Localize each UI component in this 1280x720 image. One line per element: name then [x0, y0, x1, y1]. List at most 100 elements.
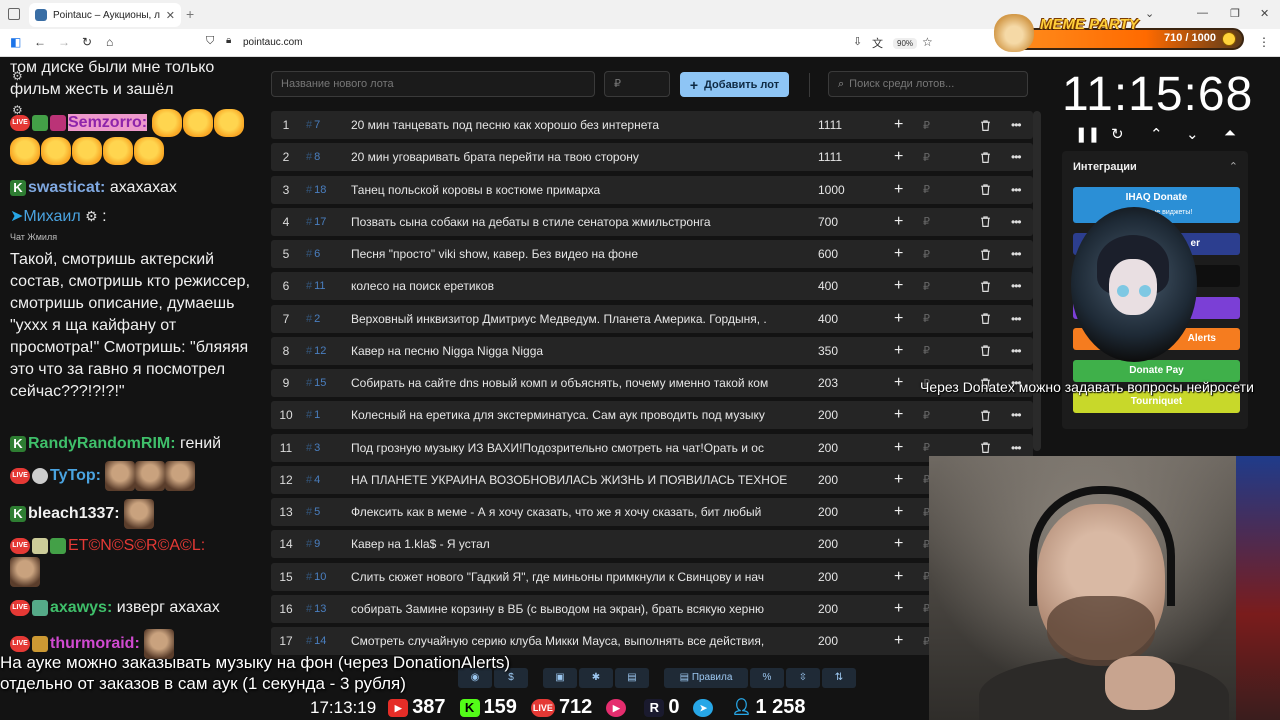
lot-amount[interactable]: 200: [791, 408, 851, 422]
lot-name[interactable]: колесо на поиск еретиков: [351, 279, 791, 293]
lot-name[interactable]: Под грозную музыку ИЗ ВАХИ!Подозрительно…: [351, 441, 791, 455]
add-amount-icon[interactable]: +: [894, 116, 903, 134]
trash-icon[interactable]: [979, 119, 992, 132]
lot-amount[interactable]: 200: [791, 473, 851, 487]
bug-icon[interactable]: ✱: [579, 668, 613, 688]
trash-icon[interactable]: [979, 409, 992, 422]
pause-icon[interactable]: ❚❚: [1075, 125, 1100, 143]
trash-icon[interactable]: [979, 215, 992, 228]
lot-amount[interactable]: 203: [791, 376, 851, 390]
lot-amount[interactable]: 400: [791, 312, 851, 326]
add-amount-icon[interactable]: +: [894, 535, 903, 553]
new-lot-input[interactable]: Название нового лота: [271, 71, 595, 97]
lot-row[interactable]: 9 #15 Собирать на сайте dns новый комп и о…: [271, 369, 1033, 397]
search-lots-input[interactable]: ⌕ Поиск среди лотов...: [828, 71, 1028, 97]
lot-name[interactable]: Танец польской коровы в костюме примарха: [351, 183, 791, 197]
reload-icon[interactable]: ↻: [82, 35, 92, 49]
lot-row[interactable]: 16 #13 собирать Замине корзину в ВБ (с выв…: [271, 594, 1033, 623]
add-lot-button[interactable]: + Добавить лот: [680, 72, 789, 97]
menu-icon[interactable]: ⋮: [1258, 35, 1270, 49]
address-bar[interactable]: pointauc.com: [243, 37, 302, 48]
lot-amount[interactable]: 200: [791, 602, 851, 616]
lot-name[interactable]: 20 мин танцевать под песню как хорошо бе…: [351, 118, 791, 132]
add-amount-icon[interactable]: +: [894, 148, 903, 166]
trash-icon[interactable]: [979, 312, 992, 325]
close-tab-icon[interactable]: ✕: [166, 9, 175, 22]
lot-name[interactable]: Флексить как в меме - А я хочу сказать, …: [351, 505, 791, 519]
lot-name[interactable]: Кавер на 1.kla$ - Я устал: [351, 537, 791, 551]
add-amount-icon[interactable]: +: [894, 310, 903, 328]
double-chevron-up-icon[interactable]: ⏶: [1224, 125, 1236, 142]
reset-icon[interactable]: ↻: [1111, 125, 1124, 143]
lot-name[interactable]: Песня "просто" viki show, кавер. Без вид…: [351, 247, 791, 261]
lot-row[interactable]: 6 #11 колесо на поиск еретиков 400 + ₽ •••: [271, 272, 1033, 301]
lot-amount[interactable]: 1000: [791, 183, 851, 197]
lot-row[interactable]: 17 #14 Смотреть случайную серию клуба Микк…: [271, 627, 1033, 655]
add-amount-icon[interactable]: +: [894, 277, 903, 295]
clear-icon[interactable]: ▤: [615, 668, 649, 688]
more-options-icon[interactable]: •••: [1011, 408, 1022, 422]
more-options-icon[interactable]: •••: [1011, 441, 1022, 455]
more-options-icon[interactable]: •••: [1011, 215, 1022, 229]
add-amount-icon[interactable]: +: [894, 342, 903, 360]
lots-scrollbar[interactable]: [1033, 111, 1041, 451]
lot-row[interactable]: 12 #4 НА ПЛАНЕТЕ УКРАИНА ВОЗОБНОВИЛАСЬ ЖИЗ…: [271, 465, 1033, 494]
collapse-icon[interactable]: ⌃: [1229, 160, 1238, 173]
sort-icon[interactable]: ⇅: [822, 668, 856, 688]
chat-settings-icon[interactable]: ⚙: [12, 65, 23, 87]
chevron-up-icon[interactable]: ⌃: [1150, 125, 1163, 143]
lot-amount[interactable]: 1111: [791, 118, 851, 132]
lot-row[interactable]: 3 #18 Танец польской коровы в костюме прим…: [271, 175, 1033, 204]
add-amount-icon[interactable]: +: [894, 471, 903, 489]
lot-amount[interactable]: 200: [791, 441, 851, 455]
lot-amount[interactable]: 400: [791, 279, 851, 293]
back-icon[interactable]: ←: [34, 35, 46, 49]
lot-name[interactable]: Собирать на сайте dns новый комп и объяс…: [351, 376, 791, 390]
rules-button[interactable]: ▤ Правила: [664, 668, 748, 688]
lot-amount[interactable]: 700: [791, 215, 851, 229]
lot-name[interactable]: Верховный инквизитор Дмитриус Медведум. …: [351, 312, 791, 326]
more-options-icon[interactable]: •••: [1011, 247, 1022, 261]
lot-name[interactable]: Колесный на еретика для экстерминатуса. …: [351, 408, 791, 422]
lot-amount[interactable]: 200: [791, 505, 851, 519]
lot-amount[interactable]: 200: [791, 634, 851, 648]
download-icon[interactable]: ⇩: [853, 35, 862, 48]
trash-icon[interactable]: [979, 280, 992, 293]
more-options-icon[interactable]: •••: [1011, 312, 1022, 326]
lot-name[interactable]: 20 мин уговаривать брата перейти на твою…: [351, 150, 791, 164]
sidebar-icon[interactable]: ◧: [10, 35, 21, 49]
lot-row[interactable]: 7 #2 Верховный инквизитор Дмитриус Медведу…: [271, 304, 1033, 333]
lot-row[interactable]: 14#9Кавер на 1.kla$ - Я устал200+₽•••: [271, 530, 1033, 559]
trash-icon[interactable]: [979, 344, 992, 357]
forward-icon[interactable]: →: [58, 35, 70, 49]
new-tab-icon[interactable]: +: [186, 6, 194, 22]
lot-amount[interactable]: 200: [791, 537, 851, 551]
lot-row[interactable]: 13 #5 Флексить как в меме - А я хочу сказа…: [271, 498, 1033, 526]
amount-input[interactable]: ₽: [604, 71, 670, 97]
lot-name[interactable]: Слить сюжет нового "Гадкий Я", где миньо…: [351, 570, 791, 584]
lot-amount[interactable]: 200: [791, 570, 851, 584]
trash-icon[interactable]: [979, 248, 992, 261]
add-amount-icon[interactable]: +: [894, 600, 903, 618]
trash-icon[interactable]: [979, 441, 992, 454]
chevron-down-icon[interactable]: ⌄: [1186, 125, 1199, 143]
more-options-icon[interactable]: •••: [1011, 279, 1022, 293]
add-amount-icon[interactable]: +: [894, 439, 903, 457]
add-amount-icon[interactable]: +: [894, 503, 903, 521]
lot-name[interactable]: НА ПЛАНЕТЕ УКРАИНА ВОЗОБНОВИЛАСЬ ЖИЗНЬ И…: [351, 473, 791, 487]
lot-row[interactable]: 5 #6 Песня "просто" viki show, кавер. Без …: [271, 240, 1033, 268]
lot-row[interactable]: 4 #17 Позвать сына собаки на дебаты в стил…: [271, 207, 1033, 236]
lot-name[interactable]: Позвать сына собаки на дебаты в стиле се…: [351, 215, 791, 229]
chat-settings-icon[interactable]: ⚙: [12, 99, 23, 121]
save-icon[interactable]: ▣: [543, 668, 577, 688]
tab-list-icon[interactable]: [8, 8, 20, 20]
split-icon[interactable]: ⇳: [786, 668, 820, 688]
zoom-level[interactable]: 90%: [893, 38, 918, 49]
browser-tab[interactable]: Pointauc – Аукционы, лотереи ✕: [29, 3, 181, 27]
lot-row[interactable]: 10 #1 Колесный на еретика для экстерминату…: [271, 401, 1033, 430]
add-amount-icon[interactable]: +: [894, 213, 903, 231]
lot-amount[interactable]: 350: [791, 344, 851, 358]
home-icon[interactable]: ⌂: [106, 35, 113, 49]
lot-row[interactable]: 8 #12 Кавер на песню Nigga Nigga Nigga 350 +…: [271, 336, 1033, 365]
more-options-icon[interactable]: •••: [1011, 344, 1022, 358]
